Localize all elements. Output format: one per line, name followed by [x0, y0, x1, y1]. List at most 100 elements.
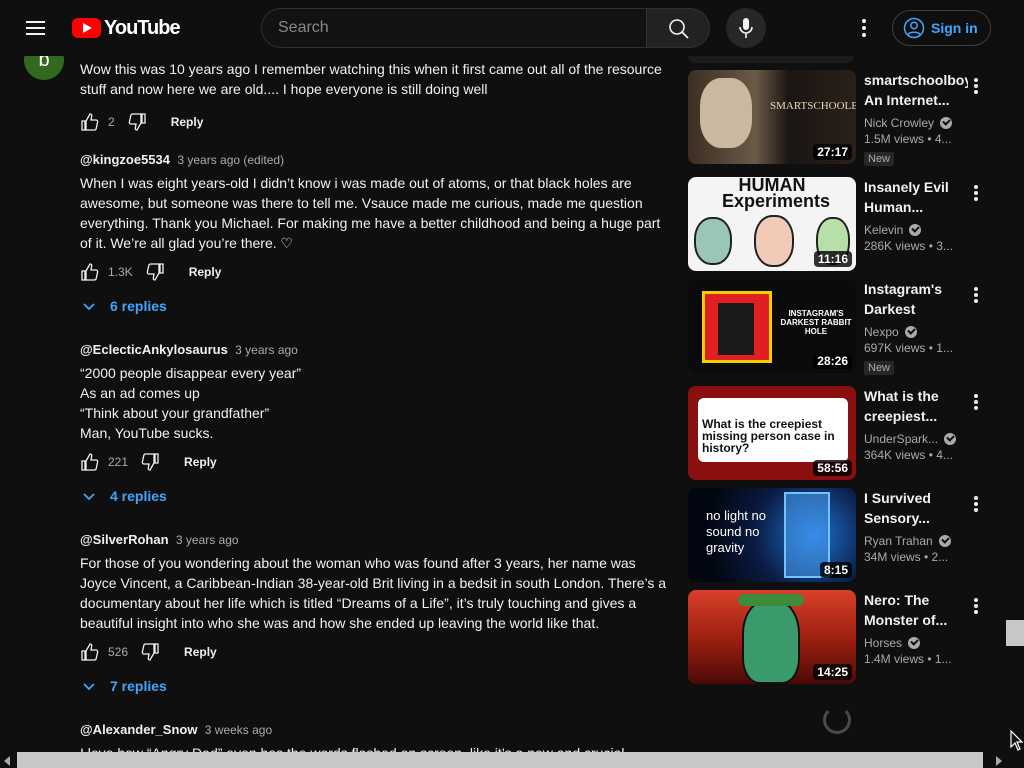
- search-button[interactable]: [646, 8, 710, 48]
- video-thumbnail[interactable]: HUMAN Experiments 11:16: [688, 177, 856, 271]
- channel-name[interactable]: Nick Crowley: [864, 114, 968, 132]
- comment: Wow this was 10 years ago I remember wat…: [80, 59, 670, 131]
- comment-time[interactable]: 3 years ago (edited): [177, 153, 284, 167]
- comment-author[interactable]: @Alexander_Snow: [80, 722, 197, 737]
- comment-header: @SilverRohan 3 years ago: [80, 532, 670, 550]
- like-icon[interactable]: [80, 452, 100, 472]
- voice-search-button[interactable]: [726, 8, 766, 48]
- video-thumbnail[interactable]: What is the creepiest missing person cas…: [688, 386, 856, 480]
- video-title[interactable]: Insanely Evil Human...: [864, 177, 968, 217]
- view-replies-button[interactable]: 4 replies: [80, 484, 167, 508]
- horizontal-scrollbar-thumb[interactable]: [17, 752, 983, 768]
- reply-button[interactable]: Reply: [189, 265, 222, 279]
- like-icon[interactable]: [80, 112, 100, 132]
- verified-icon: [908, 637, 921, 649]
- video-meta: 34M views • 2...: [864, 550, 949, 564]
- chevron-down-icon: [83, 493, 95, 501]
- vertical-scrollbar-thumb[interactable]: [1006, 620, 1024, 646]
- youtube-logo[interactable]: YouTube: [72, 16, 181, 39]
- sign-in-button[interactable]: Sign in: [892, 10, 991, 46]
- vertical-dots-icon: [862, 19, 866, 37]
- related-video[interactable]: What is the creepiest missing person cas…: [688, 386, 1004, 482]
- video-thumbnail[interactable]: 14:25: [688, 590, 856, 684]
- related-video[interactable]: SMARTSCHOOLBOY9 27:17 smartschoolboy An …: [688, 70, 1004, 166]
- replies-label: 4 replies: [110, 488, 167, 504]
- reply-button[interactable]: Reply: [184, 455, 217, 469]
- comment-author[interactable]: @kingzoe5534: [80, 152, 170, 167]
- video-menu-icon[interactable]: [972, 78, 980, 94]
- view-replies-button[interactable]: 7 replies: [80, 674, 167, 698]
- reply-button[interactable]: Reply: [171, 115, 204, 129]
- channel-label: Ryan Trahan: [864, 534, 933, 548]
- channel-name[interactable]: Ryan Trahan: [864, 532, 968, 550]
- video-thumbnail[interactable]: no light no sound no gravity 8:15: [688, 488, 856, 582]
- comment: @Alexander_Snow 3 weeks ago I love how “…: [80, 722, 670, 752]
- chevron-down-icon: [83, 683, 95, 691]
- search-input[interactable]: [262, 9, 647, 47]
- dislike-icon[interactable]: [145, 262, 165, 282]
- thumbnail-text: HUMAN Experiments: [722, 177, 831, 211]
- loading-spinner-icon: [823, 706, 851, 734]
- video-title[interactable]: Instagram's Darkest Rabbi...: [864, 279, 968, 319]
- video-menu-icon[interactable]: [972, 496, 980, 512]
- verified-icon: [944, 433, 957, 445]
- like-icon[interactable]: [80, 642, 100, 662]
- logo-text: YouTube: [104, 16, 181, 39]
- scroll-right-arrow-icon[interactable]: [996, 756, 1002, 766]
- video-title[interactable]: What is the creepiest...: [864, 386, 968, 426]
- comment-time[interactable]: 3 years ago: [176, 533, 239, 547]
- thumbnail-text: SMARTSCHOOLBOY9: [770, 100, 856, 112]
- previous-thumbnail-edge: [688, 56, 854, 63]
- cartoon-face: [694, 217, 732, 265]
- video-duration: 14:25: [813, 664, 852, 680]
- video-meta: 1.4M views • 1...: [864, 652, 952, 666]
- channel-name[interactable]: Kelevin: [864, 221, 968, 239]
- comment-header: @Alexander_Snow 3 weeks ago: [80, 722, 670, 740]
- video-menu-icon[interactable]: [972, 598, 980, 614]
- comments-section: b Wow this was 10 years ago I remember w…: [0, 56, 680, 752]
- channel-label: UnderSpark...: [864, 432, 939, 446]
- thumbnail-text: no light no sound no gravity: [706, 508, 766, 555]
- comment-author[interactable]: @SilverRohan: [80, 532, 169, 547]
- comment: @kingzoe5534 3 years ago (edited) When I…: [80, 152, 670, 314]
- like-icon[interactable]: [80, 262, 100, 282]
- channel-name[interactable]: Horses: [864, 634, 968, 652]
- avatar[interactable]: b: [24, 56, 64, 80]
- comment-time[interactable]: 3 weeks ago: [205, 723, 272, 737]
- comment-actions: 2 Reply: [80, 110, 203, 134]
- video-title[interactable]: I Survived Sensory...: [864, 488, 968, 528]
- channel-name[interactable]: Nexpo: [864, 323, 968, 341]
- sign-in-label: Sign in: [931, 20, 978, 36]
- video-duration: 11:16: [813, 251, 852, 267]
- scroll-left-arrow-icon[interactable]: [4, 756, 10, 766]
- verified-icon: [904, 326, 917, 338]
- face-shape: [700, 78, 752, 148]
- menu-icon[interactable]: [24, 16, 48, 40]
- dislike-icon[interactable]: [127, 112, 147, 132]
- video-menu-icon[interactable]: [972, 394, 980, 410]
- video-duration: 28:26: [813, 353, 852, 369]
- video-title[interactable]: Nero: The Monster of...: [864, 590, 968, 630]
- masthead: YouTube Sign in: [0, 0, 1009, 56]
- reply-button[interactable]: Reply: [184, 645, 217, 659]
- related-video[interactable]: no light no sound no gravity 8:15 I Surv…: [688, 488, 1004, 584]
- related-video[interactable]: HUMAN Experiments 11:16 Insanely Evil Hu…: [688, 177, 1004, 273]
- related-video[interactable]: 14:25 Nero: The Monster of... Horses 1.4…: [688, 590, 1004, 686]
- video-title[interactable]: smartschoolboy An Internet...: [864, 70, 968, 110]
- comment-actions: 526 Reply: [80, 640, 217, 664]
- nero-face: [742, 600, 800, 684]
- video-menu-icon[interactable]: [972, 287, 980, 303]
- dislike-icon[interactable]: [140, 452, 160, 472]
- more-options-button[interactable]: [852, 16, 876, 40]
- comment-time[interactable]: 3 years ago: [235, 343, 298, 357]
- comment-author[interactable]: @EclecticAnkylosaurus: [80, 342, 228, 357]
- video-menu-icon[interactable]: [972, 185, 980, 201]
- video-thumbnail[interactable]: INSTAGRAM'S DARKEST RABBIT HOLE 28:26: [688, 279, 856, 373]
- related-videos: SMARTSCHOOLBOY9 27:17 smartschoolboy An …: [688, 56, 1004, 752]
- video-thumbnail[interactable]: SMARTSCHOOLBOY9 27:17: [688, 70, 856, 164]
- related-video[interactable]: INSTAGRAM'S DARKEST RABBIT HOLE 28:26 In…: [688, 279, 1004, 375]
- comment-text: I love how “Angry Dad” even has the word…: [80, 743, 670, 752]
- channel-name[interactable]: UnderSpark...: [864, 430, 968, 448]
- view-replies-button[interactable]: 6 replies: [80, 294, 167, 318]
- dislike-icon[interactable]: [140, 642, 160, 662]
